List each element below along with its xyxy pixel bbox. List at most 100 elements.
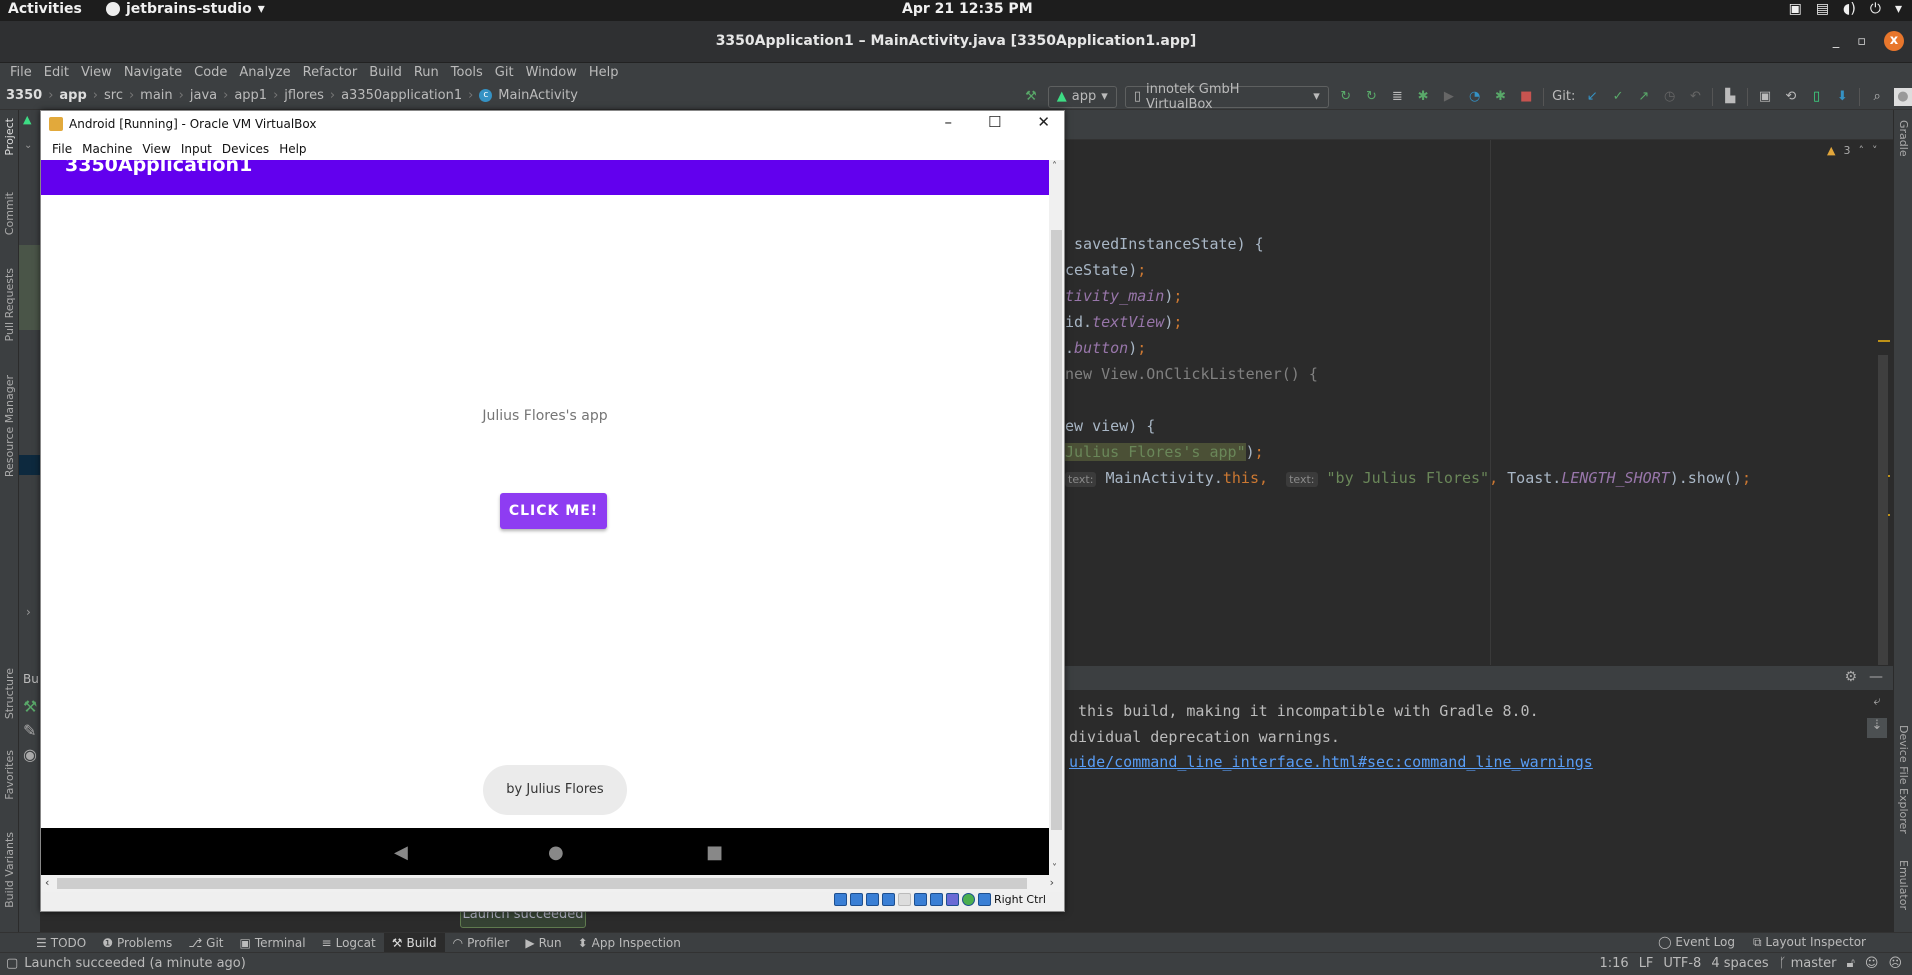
home-button[interactable]: ● <box>548 842 564 863</box>
editor-scrollbar[interactable] <box>1878 355 1888 665</box>
tool-favorites[interactable]: Favorites <box>3 750 16 800</box>
event-log-button[interactable]: ◯ Event Log <box>1658 935 1735 950</box>
hammer-icon[interactable]: ⚒ <box>1022 88 1040 106</box>
scroll-left-icon[interactable]: ‹ <box>45 876 49 889</box>
indent-setting[interactable]: 4 spaces <box>1711 956 1768 971</box>
code-line[interactable]: new View.OnClickListener() { <box>1065 365 1318 383</box>
logcat-icon[interactable]: ≣ <box>1388 88 1406 106</box>
status-message[interactable]: Launch succeeded (a minute ago) <box>24 956 246 971</box>
chevron-up-icon[interactable]: ˄ <box>1858 144 1864 157</box>
account-icon[interactable]: ● <box>1894 87 1912 106</box>
chevron-down-icon[interactable]: ⌄ <box>24 140 32 151</box>
tool-window-profiler[interactable]: ◠ Profiler <box>445 933 518 952</box>
project-structure-icon[interactable]: ▙ <box>1721 88 1739 106</box>
attach-process-icon[interactable]: ✱ <box>1492 88 1510 106</box>
gear-icon[interactable]: ⚙ <box>1844 669 1857 685</box>
code-line[interactable]: Julius Flores's app"); <box>1065 443 1264 461</box>
scroll-right-icon[interactable]: › <box>1050 876 1054 889</box>
android-app-content[interactable]: Julius Flores's app CLICK ME! by Julius … <box>41 195 1049 828</box>
volume-icon[interactable]: ◖) <box>1843 1 1856 17</box>
gradle-sync-icon[interactable]: ⟲ <box>1782 88 1800 106</box>
sdk-manager-icon[interactable]: ⬇ <box>1833 88 1851 106</box>
eye-icon[interactable]: ◉ <box>23 745 37 764</box>
mouse-integration-icon[interactable] <box>977 893 991 906</box>
breadcrumb-item[interactable]: a3350application1 <box>341 88 462 103</box>
tool-window-git[interactable]: ⎇ Git <box>180 933 231 952</box>
minimize-panel-icon[interactable]: — <box>1869 669 1883 685</box>
menu-file[interactable]: File <box>4 63 38 83</box>
tool-window-todo[interactable]: ☰ TODO <box>28 933 94 952</box>
line-separator[interactable]: LF <box>1639 956 1654 971</box>
close-button[interactable]: x <box>1884 31 1904 51</box>
menu-tools[interactable]: Tools <box>445 63 489 83</box>
menu-code[interactable]: Code <box>188 63 233 83</box>
device-manager-icon[interactable]: ▯ <box>1808 88 1826 106</box>
tool-resource-manager[interactable]: Resource Manager <box>3 375 16 477</box>
debug-icon[interactable]: ✱ <box>1414 88 1432 106</box>
power-icon[interactable]: ⏻ <box>1870 1 1881 17</box>
display-icon[interactable] <box>913 893 927 906</box>
optical-drive-icon[interactable] <box>849 893 863 906</box>
vbox-horizontal-scrollbar[interactable]: ‹ › <box>41 875 1064 892</box>
minimize-button[interactable]: _ <box>1833 34 1840 49</box>
breadcrumb-item[interactable]: app1 <box>234 88 267 103</box>
chevron-down-icon[interactable]: ▾ <box>1895 1 1902 17</box>
apply-code-changes-icon[interactable]: ↻ <box>1363 88 1381 106</box>
code-line[interactable]: .button); <box>1065 339 1146 357</box>
tool-window-logcat[interactable]: ≡ Logcat <box>314 933 384 952</box>
display-icon[interactable]: ▣ <box>1789 1 1802 17</box>
audio-icon[interactable] <box>865 893 879 906</box>
tool-window-problems[interactable]: ❶ Problems <box>94 933 180 952</box>
code-line[interactable]: text: MainActivity.this, text: "by Juliu… <box>1065 469 1751 487</box>
vbox-menu-help[interactable]: Help <box>274 142 311 156</box>
recording-icon[interactable] <box>945 893 959 906</box>
menu-analyze[interactable]: Analyze <box>233 63 296 83</box>
git-push-icon[interactable]: ↗ <box>1635 88 1653 106</box>
app-menu[interactable]: jetbrains-studio ▾ <box>106 1 265 17</box>
scroll-thumb[interactable] <box>57 878 1027 889</box>
lock-icon[interactable]: 🔓︎ <box>1846 956 1854 971</box>
build-output[interactable]: this build, making it incompatible with … <box>1065 690 1893 932</box>
history-icon[interactable]: ◷ <box>1661 88 1679 106</box>
menu-help[interactable]: Help <box>583 63 625 83</box>
tool-commit[interactable]: Commit <box>3 192 16 235</box>
avd-manager-icon[interactable]: ▣ <box>1756 88 1774 106</box>
breadcrumb-item[interactable]: jflores <box>284 88 324 103</box>
tool-window-app-inspection[interactable]: ⬍ App Inspection <box>570 933 689 952</box>
file-encoding[interactable]: UTF-8 <box>1663 956 1701 971</box>
tool-window-build[interactable]: ⚒ Build <box>383 933 445 952</box>
code-line[interactable]: savedInstanceState) { <box>1065 235 1264 253</box>
virtualbox-window[interactable]: Android [Running] - Oracle VM VirtualBox… <box>40 110 1065 912</box>
guest-additions-icon[interactable] <box>961 893 975 906</box>
search-icon[interactable]: ⌕ <box>1868 88 1886 106</box>
warning-marker[interactable] <box>1878 340 1890 342</box>
system-tray[interactable]: ▣ ▤ ◖) ⏻ ▾ <box>1789 1 1902 17</box>
breadcrumb-item[interactable]: app <box>59 88 86 103</box>
code-line[interactable]: id.textView); <box>1065 313 1182 331</box>
device-select[interactable]: ▯ innotek GmbH VirtualBox ▾ <box>1124 82 1329 112</box>
caret-position[interactable]: 1:16 <box>1599 956 1628 971</box>
activities-button[interactable]: Activities <box>8 1 82 17</box>
vbox-vertical-scrollbar[interactable]: ˄ ˅ <box>1049 160 1064 875</box>
vbox-minimize-button[interactable]: – <box>944 113 952 131</box>
pin-icon[interactable]: ✎ <box>23 721 36 740</box>
profile-icon[interactable]: ◔ <box>1466 88 1484 106</box>
usb-icon[interactable] <box>881 893 895 906</box>
tool-structure[interactable]: Structure <box>3 668 16 719</box>
git-update-icon[interactable]: ↙ <box>1583 88 1601 106</box>
code-area[interactable]: savedInstanceState) {ceState); tivity_mai… <box>1065 140 1893 665</box>
recents-button[interactable]: ■ <box>706 842 723 863</box>
back-button[interactable]: ◀ <box>394 842 408 863</box>
feedback-happy-icon[interactable]: ☺ <box>1865 956 1879 971</box>
tool-gradle[interactable]: Gradle <box>1897 120 1910 157</box>
soft-wrap-icon[interactable]: ⤶ <box>1867 694 1887 714</box>
click-me-button[interactable]: CLICK ME! <box>500 493 607 529</box>
inspection-widget[interactable]: ▲ 3 ˄ ˅ <box>1827 144 1877 157</box>
git-branch[interactable]: ᚴ master <box>1779 956 1837 971</box>
breadcrumb-item[interactable]: src <box>104 88 123 103</box>
code-line[interactable]: ew view) { <box>1065 417 1155 435</box>
scroll-thumb[interactable] <box>1051 230 1062 830</box>
status-panel-icon[interactable]: ▢ <box>6 956 18 971</box>
tool-device-file-explorer[interactable]: Device File Explorer <box>1897 725 1910 834</box>
scroll-down-icon[interactable]: ˅ <box>1052 863 1057 874</box>
